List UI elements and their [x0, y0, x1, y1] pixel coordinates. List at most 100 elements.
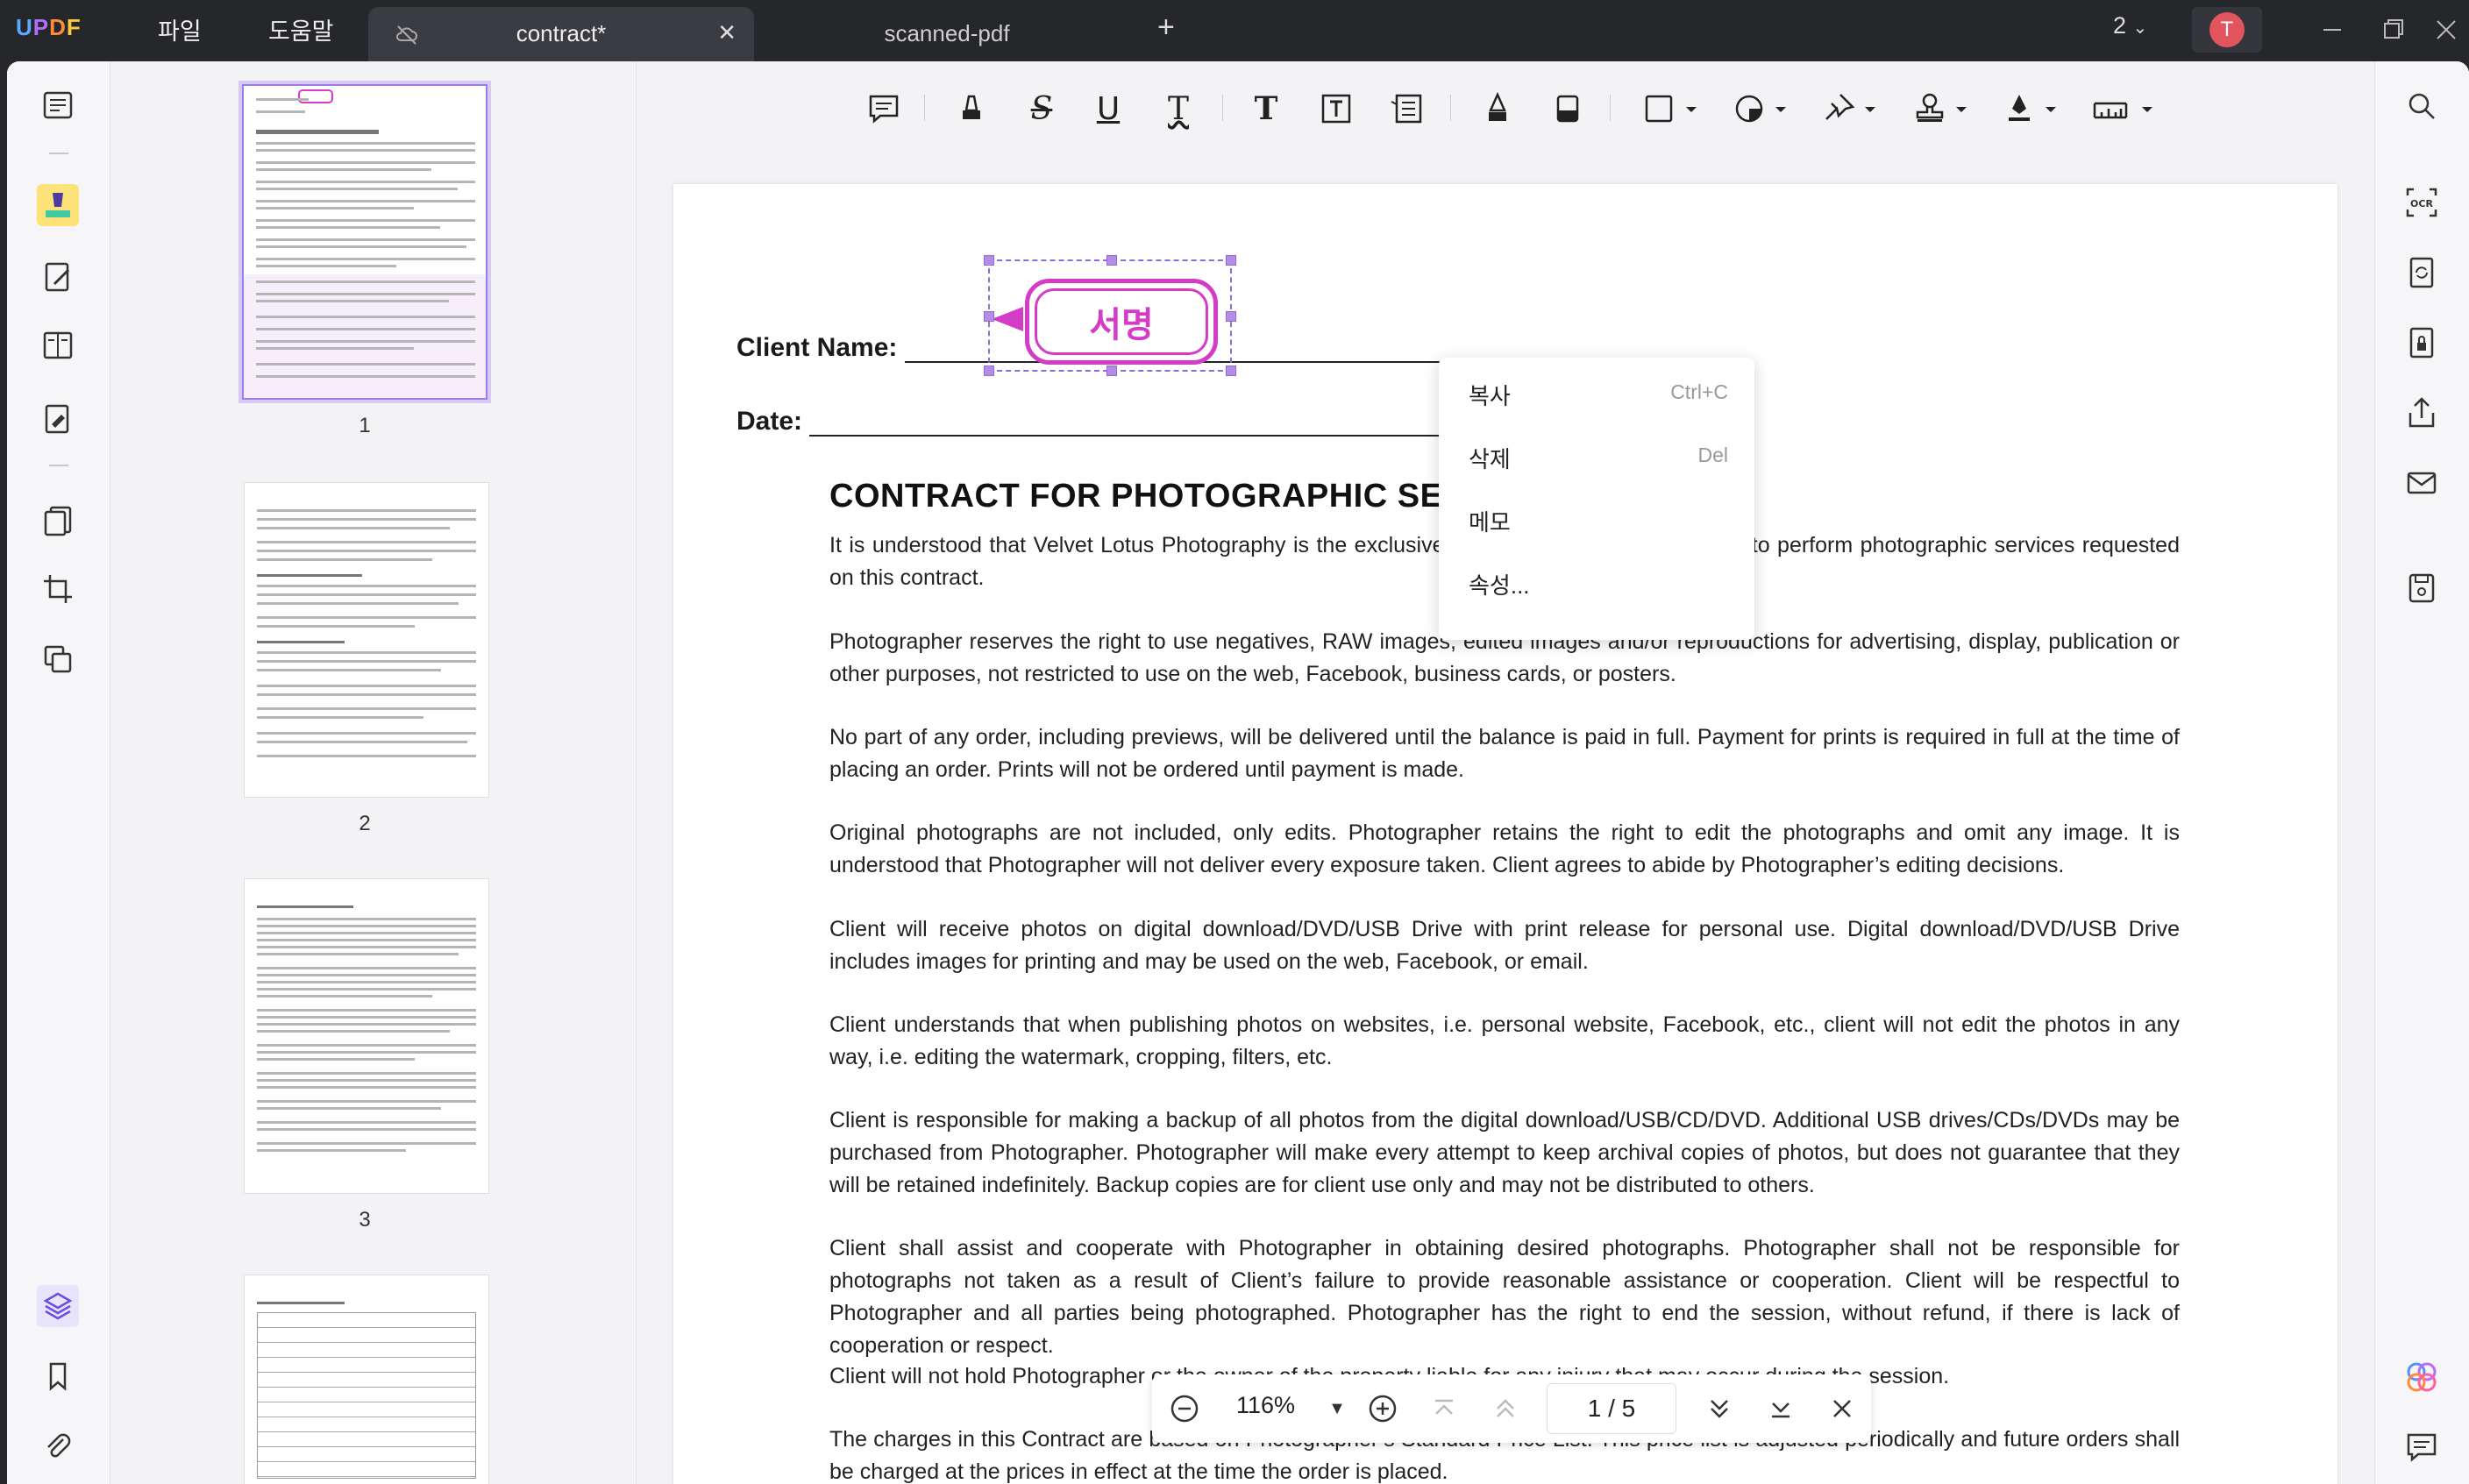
- menu-item-memo[interactable]: 메모: [1439, 487, 1754, 550]
- restore-icon[interactable]: [2376, 12, 2411, 47]
- organize-pages-icon[interactable]: [37, 500, 79, 542]
- avatar[interactable]: T: [2192, 7, 2262, 53]
- context-menu: 복사 Ctrl+C 삭제 Del 메모 속성...: [1439, 358, 1754, 640]
- thumbnail-stamp: [298, 89, 333, 103]
- page-number-input[interactable]: 1 / 5: [1547, 1383, 1676, 1434]
- resize-handle[interactable]: [984, 255, 994, 266]
- squiggly-icon[interactable]: T: [1154, 84, 1203, 133]
- resize-handle[interactable]: [1106, 366, 1117, 376]
- resize-handle[interactable]: [1226, 255, 1236, 266]
- thumbnail-text-line: [257, 932, 476, 934]
- eraser-icon[interactable]: [1543, 84, 1592, 133]
- thumbnail-text-line: [257, 550, 476, 552]
- menu-item-copy[interactable]: 복사 Ctrl+C: [1439, 361, 1754, 424]
- first-page-icon[interactable]: [1424, 1388, 1464, 1429]
- layers-icon[interactable]: [37, 1285, 79, 1327]
- stamp-pointer: [992, 307, 1023, 331]
- menu-item-shortcut: Ctrl+C: [1670, 380, 1728, 403]
- thumbnail-text-line: [256, 188, 458, 190]
- paragraph: Client is responsible for making a backu…: [829, 1108, 2180, 1197]
- sticker-dropdown[interactable]: [1727, 84, 1797, 133]
- crop-icon[interactable]: [37, 568, 79, 610]
- thumbnail-text-line: [256, 238, 475, 241]
- reader-mode-icon[interactable]: [37, 84, 79, 126]
- page-thumbnail-2[interactable]: [244, 482, 489, 798]
- window-count[interactable]: 2 ⌄: [2113, 12, 2147, 39]
- svg-text:OCR: OCR: [2410, 198, 2433, 209]
- thumbnail-text-line: [257, 1058, 415, 1061]
- menu-help[interactable]: 도움말: [268, 12, 334, 46]
- chevron-down-icon: ⌄: [2132, 18, 2148, 38]
- share-icon[interactable]: [2400, 391, 2444, 435]
- tab-close-icon[interactable]: ✕: [717, 19, 736, 46]
- email-icon[interactable]: [2400, 461, 2444, 505]
- divider: [1610, 95, 1611, 121]
- shape-dropdown[interactable]: [1638, 84, 1708, 133]
- thumbnail-text-line: [256, 142, 475, 145]
- text-box-icon[interactable]: [1312, 84, 1361, 133]
- convert-icon[interactable]: [37, 638, 79, 680]
- close-window-icon[interactable]: [2429, 12, 2464, 47]
- thumbnail-text-line: [257, 1072, 476, 1075]
- signature-stamp-selection[interactable]: 서명: [984, 255, 1236, 376]
- thumbnail-text-line: [257, 707, 476, 710]
- stamp-text: 서명: [1035, 288, 1208, 355]
- save-icon[interactable]: [2400, 566, 2444, 610]
- minimize-icon[interactable]: [2315, 12, 2350, 47]
- zoom-level[interactable]: 116%: [1236, 1392, 1295, 1419]
- search-icon[interactable]: [2400, 84, 2444, 128]
- thumbnail-text-line: [257, 1142, 476, 1145]
- page-thumbnail-3[interactable]: [244, 878, 489, 1194]
- fill-sign-icon[interactable]: [37, 398, 79, 440]
- zoom-dropdown-icon[interactable]: ▼: [1317, 1388, 1357, 1429]
- form-icon[interactable]: [37, 324, 79, 366]
- measure-dropdown[interactable]: [2087, 84, 2166, 133]
- menu-file[interactable]: 파일: [158, 12, 202, 46]
- zoom-out-icon[interactable]: [1164, 1388, 1205, 1429]
- resize-handle[interactable]: [1106, 255, 1117, 266]
- signature-stamp[interactable]: 서명: [1025, 279, 1218, 365]
- highlighter-icon[interactable]: [947, 84, 996, 133]
- ocr-icon[interactable]: OCR: [2400, 181, 2444, 224]
- edit-pdf-icon[interactable]: [37, 256, 79, 298]
- underline-icon[interactable]: U: [1084, 84, 1133, 133]
- convert-pdf-icon[interactable]: [2400, 251, 2444, 295]
- resize-handle[interactable]: [1226, 366, 1236, 376]
- page-thumbnail-4[interactable]: [244, 1275, 489, 1484]
- strikethrough-icon[interactable]: S: [1017, 84, 1066, 133]
- text-callout-icon[interactable]: [1382, 84, 1431, 133]
- menu-item-properties[interactable]: 속성...: [1439, 550, 1754, 614]
- resize-handle[interactable]: [984, 366, 994, 376]
- protect-icon[interactable]: [2400, 321, 2444, 365]
- comments-list-icon[interactable]: [2400, 1425, 2444, 1469]
- pdf-page[interactable]: Client Name: Date: 서명 CONTRACT FOR PHOTO…: [673, 184, 2337, 1484]
- thumbnail-text-line: [257, 693, 476, 696]
- thumbnail-text-line: [257, 967, 476, 969]
- bookmark-icon[interactable]: [37, 1355, 79, 1397]
- comment-mode-icon[interactable]: [37, 184, 79, 226]
- close-nav-icon[interactable]: [1822, 1388, 1862, 1429]
- menu-item-delete[interactable]: 삭제 Del: [1439, 424, 1754, 487]
- pencil-icon[interactable]: [1473, 84, 1522, 133]
- new-tab-icon[interactable]: +: [1157, 12, 1175, 42]
- resize-handle[interactable]: [1226, 311, 1236, 322]
- last-page-icon[interactable]: [1761, 1388, 1801, 1429]
- tab-contract[interactable]: contract* ✕: [368, 7, 754, 61]
- avatar-letter: T: [2209, 12, 2245, 47]
- signature-dropdown[interactable]: [1997, 84, 2067, 133]
- text-tool-icon[interactable]: T: [1242, 84, 1291, 133]
- thumbnail-text-line: [256, 149, 475, 152]
- previous-page-icon[interactable]: [1485, 1388, 1526, 1429]
- thumbnail-text-line: [257, 946, 476, 948]
- page-thumbnail-1[interactable]: [238, 81, 491, 403]
- stamp-dropdown[interactable]: [1908, 84, 1978, 133]
- tab-scanned-pdf[interactable]: scanned-pdf: [772, 7, 1122, 61]
- zoom-in-icon[interactable]: [1363, 1388, 1403, 1429]
- pin-dropdown[interactable]: [1817, 84, 1887, 133]
- resize-handle[interactable]: [984, 311, 994, 322]
- next-page-icon[interactable]: [1699, 1388, 1740, 1429]
- comment-icon[interactable]: [859, 84, 908, 133]
- thumbnail-text-line: [257, 660, 476, 663]
- attachment-icon[interactable]: [37, 1425, 79, 1467]
- ai-assistant-icon[interactable]: [2400, 1355, 2444, 1399]
